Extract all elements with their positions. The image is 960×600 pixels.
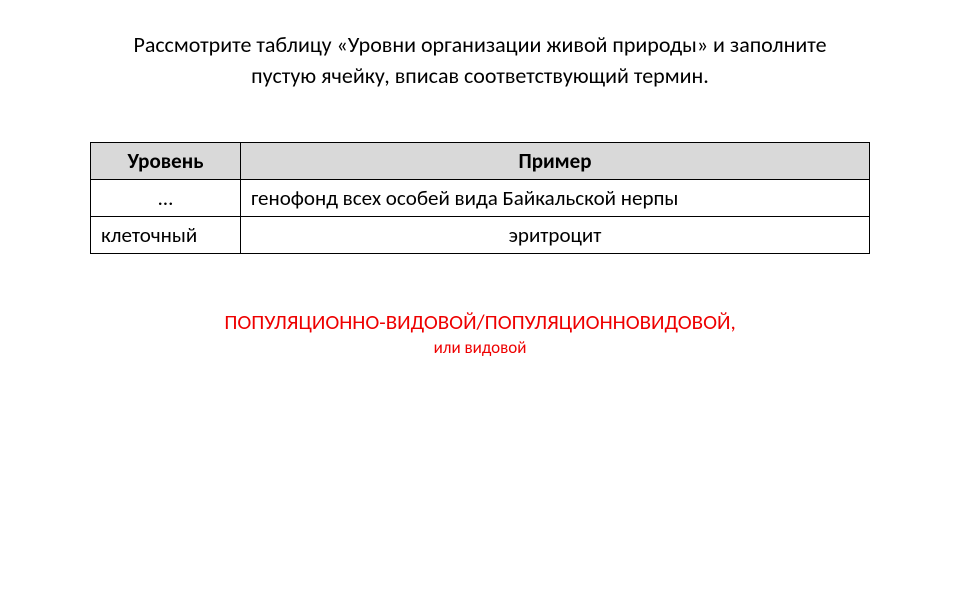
table-header-row: Уровень Пример [91,142,870,179]
cell-level-1: … [91,179,241,216]
instruction-text: Рассмотрите таблицу «Уровни организации … [0,0,960,92]
answer-sub: или видовой [0,335,960,358]
answer-main: ПОПУЛЯЦИОННО-ВИДОВОЙ/ПОПУЛЯЦИОННОВИДОВОЙ… [0,309,960,335]
levels-table: Уровень Пример … генофонд всех особей ви… [90,142,870,254]
header-example: Пример [241,142,870,179]
header-level: Уровень [91,142,241,179]
table-row: … генофонд всех особей вида Байкальской … [91,179,870,216]
table-container: Уровень Пример … генофонд всех особей ви… [0,92,960,254]
instruction-line-2: пустую ячейку, вписав соответствующий те… [251,62,709,89]
instruction-line-1: Рассмотрите таблицу «Уровни организации … [133,31,826,58]
cell-example-1: генофонд всех особей вида Байкальской не… [241,179,870,216]
table-row: клеточный эритроцит [91,216,870,253]
cell-level-2: клеточный [91,216,241,253]
answer-block: ПОПУЛЯЦИОННО-ВИДОВОЙ/ПОПУЛЯЦИОННОВИДОВОЙ… [0,254,960,358]
cell-example-2: эритроцит [241,216,870,253]
